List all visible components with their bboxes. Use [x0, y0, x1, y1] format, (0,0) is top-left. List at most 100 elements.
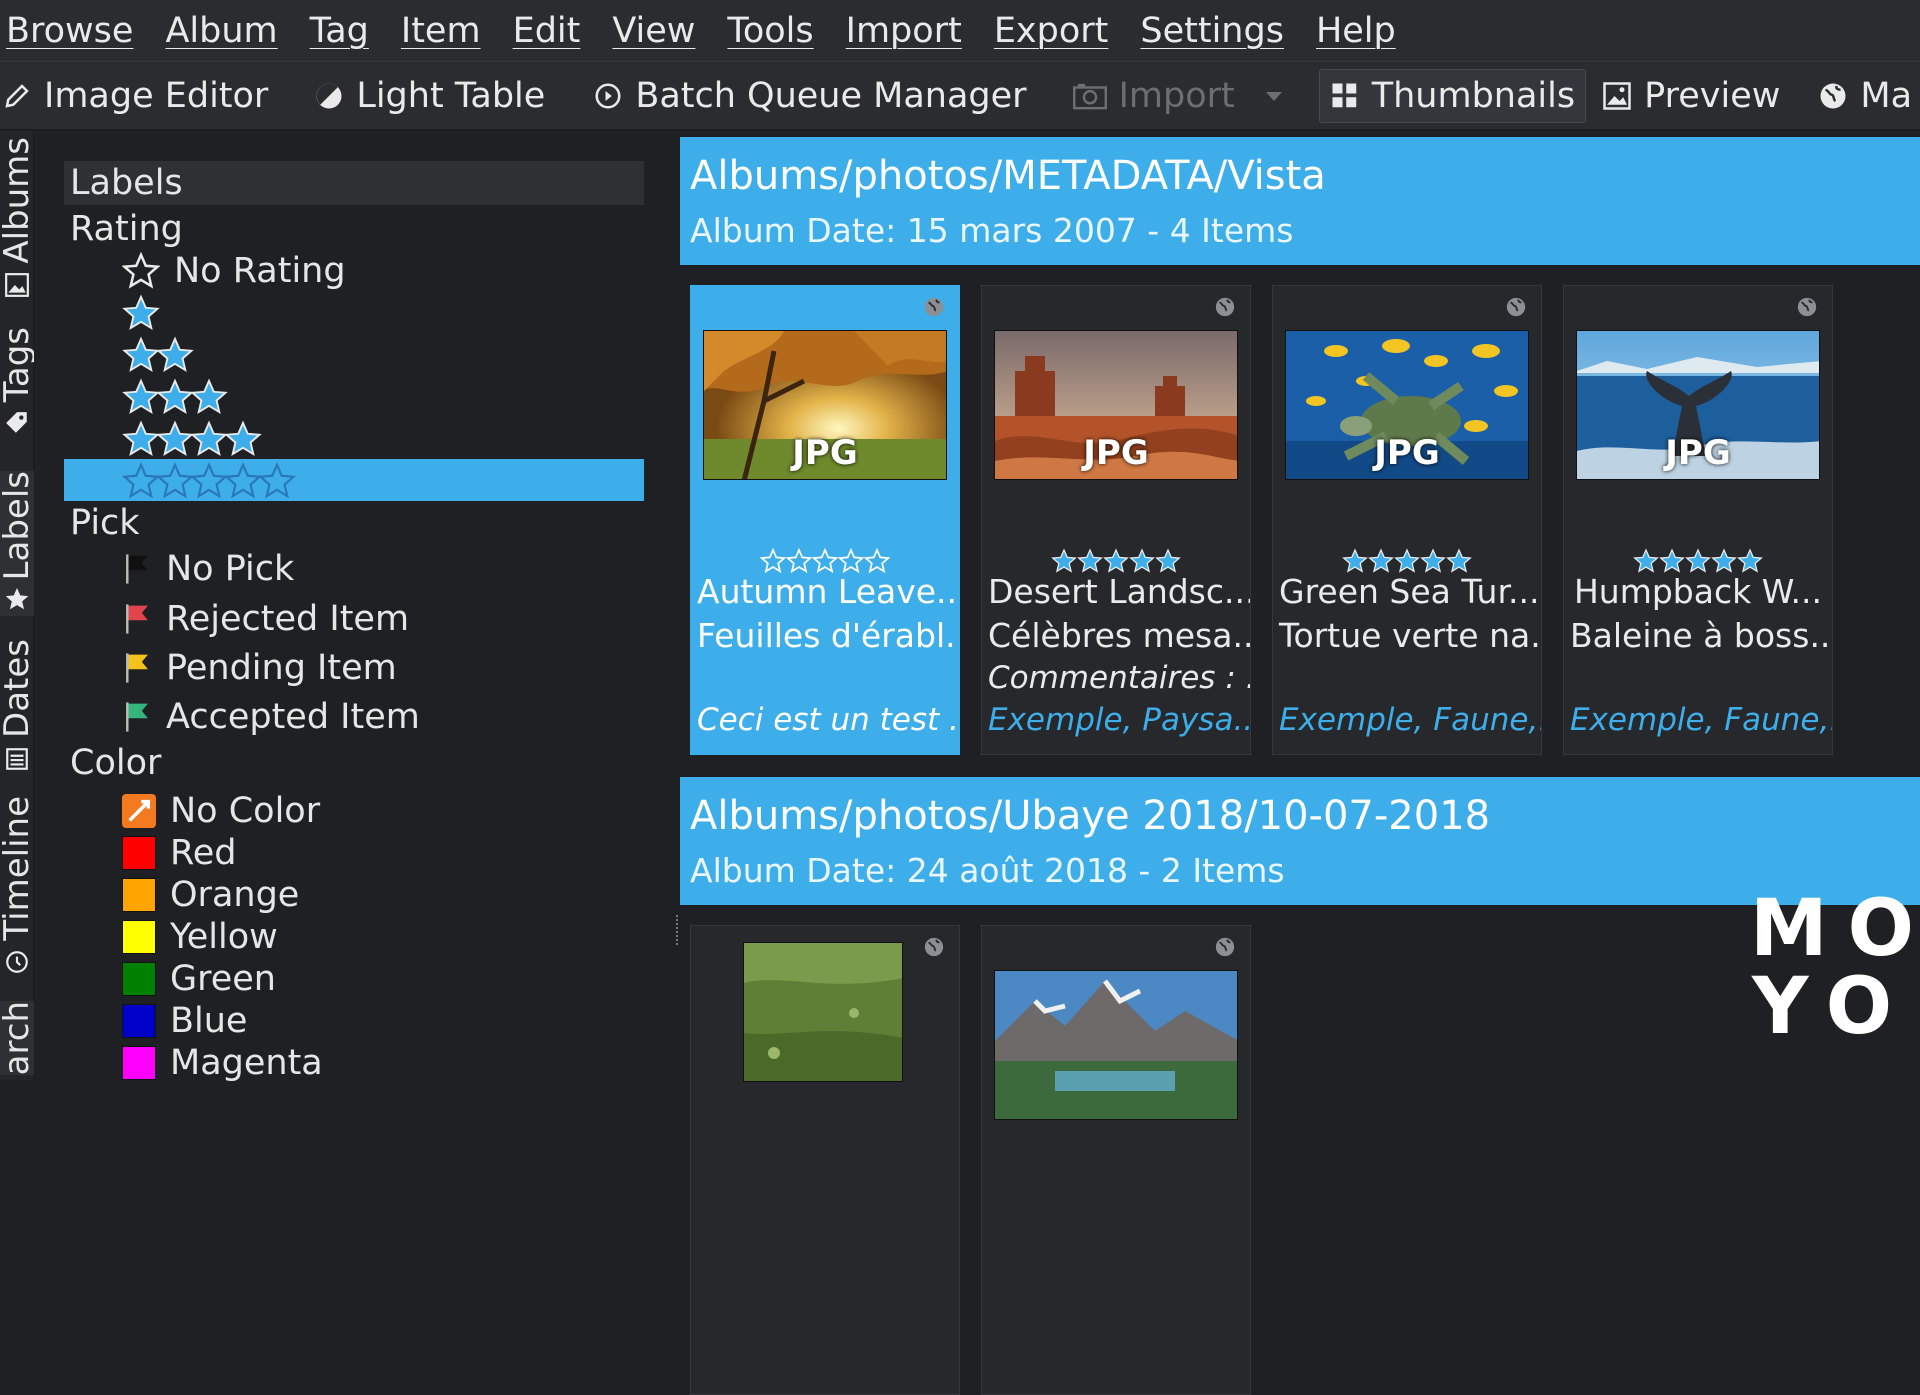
tab-search[interactable]: arch	[0, 1001, 37, 1076]
rating-4-item[interactable]	[122, 419, 262, 459]
menu-album[interactable]: Album	[165, 11, 277, 51]
tab-timeline-label: Timeline	[0, 796, 37, 941]
color-label: Blue	[170, 1001, 248, 1041]
light-table-button[interactable]: Light Table	[304, 69, 555, 123]
no-rating-label: No Rating	[174, 251, 346, 291]
star-icon	[190, 420, 228, 457]
rating-section-title[interactable]: Rating	[70, 209, 183, 249]
star-icon	[863, 547, 891, 574]
flag-black-icon	[122, 552, 152, 586]
red-swatch	[122, 836, 156, 870]
star-icon	[811, 547, 839, 574]
flag-green-icon	[122, 700, 152, 734]
thumbnail-card[interactable]	[690, 925, 960, 1395]
thumbnails-button[interactable]: Thumbnails	[1318, 68, 1587, 123]
light-table-label: Light Table	[356, 75, 546, 116]
panel-splitter-handle[interactable]	[676, 915, 678, 945]
geolocation-icon	[1505, 296, 1527, 322]
album-header[interactable]: Albums/photos/METADATA/Vista Album Date:…	[680, 137, 1920, 265]
color-magenta[interactable]: Magenta	[122, 1043, 323, 1083]
star-icon	[190, 378, 228, 415]
calendar-icon	[4, 746, 30, 776]
star-icon	[258, 462, 296, 499]
rating-3-item[interactable]	[122, 377, 228, 417]
star-icon	[190, 462, 228, 499]
menu-import[interactable]: Import	[846, 11, 962, 51]
menu-help[interactable]: Help	[1316, 11, 1396, 51]
color-yellow[interactable]: Yellow	[122, 917, 278, 957]
thumbnail-card[interactable]: JPG Humpback W... Baleine à boss... Exem…	[1563, 285, 1833, 755]
image-editor-button[interactable]: Image Editor	[0, 69, 278, 123]
import-button[interactable]: Import	[1063, 69, 1305, 123]
color-section-title[interactable]: Color	[70, 743, 161, 783]
color-label: Green	[170, 959, 276, 999]
album-subtitle: Album Date: 24 août 2018 - 2 Items	[690, 851, 1285, 890]
albums-icon	[4, 272, 30, 302]
item-name: Desert Landsc...	[988, 572, 1250, 611]
item-name: Green Sea Tur...	[1279, 572, 1540, 611]
dropdown-arrow-icon[interactable]	[1265, 90, 1283, 102]
menu-item[interactable]: Item	[401, 11, 481, 51]
tab-dates-label: Dates	[0, 639, 37, 738]
tab-dates[interactable]: Dates	[0, 639, 37, 776]
color-red[interactable]: Red	[122, 833, 237, 873]
star-icon	[1342, 548, 1368, 573]
color-orange[interactable]: Orange	[122, 875, 299, 915]
thumbnail-card[interactable]: JPG Desert Landsc... Célèbres mesa... Co…	[981, 285, 1251, 755]
color-blue[interactable]: Blue	[122, 1001, 247, 1041]
item-caption: Tortue verte na...	[1279, 616, 1541, 655]
thumbnail-image: JPG	[1576, 330, 1820, 480]
item-caption: Baleine à boss...	[1570, 616, 1832, 655]
geolocation-icon	[923, 296, 945, 322]
menu-view[interactable]: View	[612, 11, 695, 51]
star-icon	[1446, 548, 1472, 573]
thumbnail-card[interactable]: JPG Autumn Leave... Feuilles d'érabl... …	[690, 285, 960, 755]
batch-queue-manager-button[interactable]: Batch Queue Manager	[583, 69, 1036, 123]
rating-5-item[interactable]	[122, 461, 296, 501]
thumbnail-card[interactable]: JPG Green Sea Tur... Tortue verte na... …	[1272, 285, 1542, 755]
color-label: No Color	[170, 791, 321, 831]
tab-timeline[interactable]: Timeline	[0, 796, 37, 979]
menu-settings[interactable]: Settings	[1140, 11, 1284, 51]
tab-labels[interactable]: Labels	[0, 471, 37, 617]
map-label: Ma	[1860, 75, 1913, 116]
pick-accepted[interactable]: Accepted Item	[122, 697, 420, 737]
rating-none-item[interactable]: No Rating	[122, 251, 346, 291]
pick-no-pick[interactable]: No Pick	[122, 549, 294, 589]
geolocation-icon	[1214, 936, 1236, 962]
geolocation-icon	[923, 936, 945, 962]
tab-tags[interactable]: Tags	[0, 327, 37, 440]
star-icon	[1633, 548, 1659, 573]
menu-export[interactable]: Export	[994, 11, 1109, 51]
star-icon	[785, 547, 813, 574]
image-icon	[1602, 81, 1632, 111]
thumbnail-image: JPG	[1285, 330, 1529, 480]
pick-pending[interactable]: Pending Item	[122, 648, 397, 688]
menu-tag[interactable]: Tag	[310, 11, 369, 51]
rating-2-item[interactable]	[122, 335, 194, 375]
color-none[interactable]: No Color	[122, 791, 320, 831]
pick-rejected[interactable]: Rejected Item	[122, 599, 409, 639]
rating-1-item[interactable]	[122, 293, 160, 333]
menu-edit[interactable]: Edit	[513, 11, 581, 51]
map-button[interactable]: Ma	[1808, 69, 1920, 123]
menu-browse[interactable]: Browse	[6, 11, 133, 51]
album-subtitle: Album Date: 15 mars 2007 - 4 Items	[690, 211, 1294, 250]
star-icon	[1155, 548, 1181, 573]
item-tags: Exemple, Faune,...	[1279, 702, 1541, 738]
star-icon	[4, 586, 30, 616]
item-name: Humpback W...	[1573, 572, 1823, 611]
item-caption: Feuilles d'érabl...	[697, 616, 959, 655]
pick-section-title[interactable]: Pick	[70, 503, 140, 543]
menu-tools[interactable]: Tools	[727, 11, 813, 51]
green-swatch	[122, 962, 156, 996]
item-tags: Exemple, Faune,...	[1570, 702, 1832, 738]
album-header[interactable]: Albums/photos/Ubaye 2018/10-07-2018 Albu…	[680, 777, 1920, 905]
album-title: Albums/photos/Ubaye 2018/10-07-2018	[690, 793, 1491, 839]
color-green[interactable]: Green	[122, 959, 276, 999]
preview-button[interactable]: Preview	[1592, 69, 1790, 123]
magenta-swatch	[122, 1046, 156, 1080]
camera-icon	[1072, 82, 1107, 110]
thumbnail-card[interactable]	[981, 925, 1251, 1395]
tab-albums[interactable]: Albums	[0, 137, 37, 302]
